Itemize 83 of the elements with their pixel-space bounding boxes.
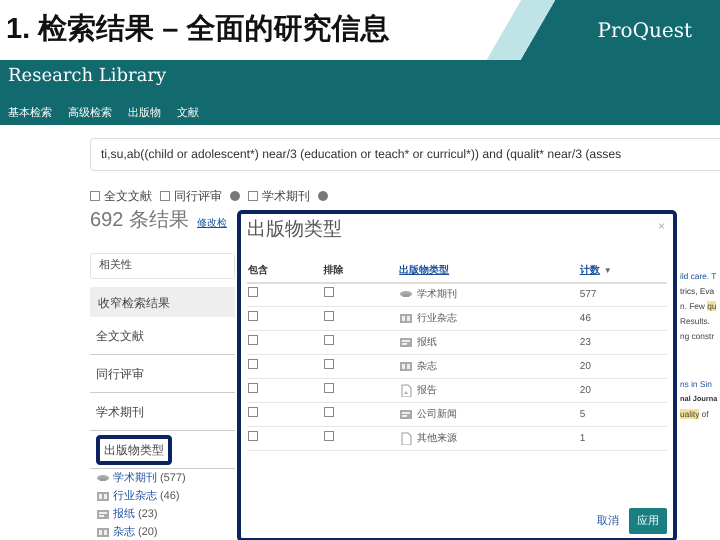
nav-link[interactable]: 高级检索 — [68, 105, 112, 122]
nav-link[interactable]: 出版物 — [128, 105, 161, 122]
modify-search-link[interactable]: 修改检 — [196, 216, 227, 231]
result-snippet: ng constr — [680, 330, 716, 342]
checkbox[interactable] — [248, 335, 258, 345]
facet-heading[interactable]: 全文文献 — [96, 326, 144, 344]
nav-link[interactable]: 基本检索 — [8, 105, 52, 122]
count-cell: 1 — [580, 433, 586, 444]
checkbox[interactable] — [324, 335, 334, 345]
facet-heading[interactable]: 出版物类型 — [96, 434, 172, 464]
apply-button[interactable]: 应用 — [629, 508, 667, 534]
checkbox[interactable] — [324, 287, 334, 298]
count-cell: 23 — [580, 337, 591, 348]
nav-link[interactable]: 文献 — [177, 105, 199, 122]
filter-label: 全文文献 — [104, 188, 152, 205]
facet-count: (46) — [160, 488, 180, 504]
logo: ProQuest — [598, 17, 692, 44]
slide-title: 1. 检索结果 – 全面的研究信息 — [5, 12, 390, 48]
publication-type: 行业杂志 — [417, 312, 458, 326]
sort-indicator: ▼ — [604, 266, 612, 274]
facet-count: (20) — [138, 524, 158, 540]
checkbox[interactable] — [248, 383, 258, 393]
count-cell: 20 — [580, 361, 591, 372]
dialog-title: 出版物类型 — [247, 218, 342, 242]
result-snippet: ns in Sin — [680, 378, 713, 390]
facet-heading[interactable]: 同行评审 — [96, 364, 144, 382]
count-cell: 577 — [580, 289, 596, 300]
result-snippet: trics, Eva — [680, 285, 716, 297]
column-header-link[interactable]: 计数 — [580, 264, 600, 276]
checkbox[interactable] — [248, 191, 258, 201]
publication-type: 学术期刊 — [417, 288, 458, 302]
result-snippet: ild care. T — [680, 270, 718, 282]
info-icon[interactable] — [230, 191, 240, 201]
checkbox[interactable] — [248, 359, 258, 369]
cancel-link[interactable]: 取消 — [597, 512, 619, 529]
checkbox[interactable] — [248, 311, 258, 321]
publication-type: 报告 — [417, 384, 438, 398]
magazine-icon — [96, 526, 110, 538]
document-icon — [399, 432, 414, 445]
publication-type: 杂志 — [417, 360, 438, 374]
newspaper-icon — [96, 508, 110, 520]
sort-dropdown[interactable]: 相关性 — [90, 253, 235, 279]
checkbox[interactable] — [324, 407, 334, 417]
result-snippet: Results. — [680, 315, 711, 327]
checkbox[interactable] — [324, 431, 334, 441]
column-header: 包含 — [248, 264, 268, 276]
publication-type: 公司新闻 — [417, 408, 458, 422]
facet-link[interactable]: 报纸 — [113, 506, 135, 522]
facet-count: (577) — [160, 470, 186, 486]
facet-link[interactable]: 行业杂志 — [113, 488, 157, 504]
document-icon — [399, 384, 414, 397]
facet-link[interactable]: 学术期刊 — [113, 470, 157, 486]
checkbox[interactable] — [248, 287, 258, 298]
app-title: Research Library — [8, 64, 168, 88]
magazine-icon — [399, 360, 414, 373]
checkbox[interactable] — [248, 431, 258, 441]
newspaper-icon — [399, 336, 414, 349]
result-snippet: n. Few qu — [680, 300, 718, 312]
count-cell: 20 — [580, 385, 591, 396]
filter-label: 同行评审 — [174, 188, 222, 205]
facet-heading[interactable]: 学术期刊 — [96, 402, 144, 420]
open-book-icon — [399, 312, 414, 325]
checkbox[interactable] — [90, 191, 100, 201]
publication-type: 报纸 — [417, 336, 438, 350]
checkbox[interactable] — [324, 359, 334, 369]
checkbox[interactable] — [324, 311, 334, 321]
info-icon[interactable] — [318, 191, 328, 201]
open-book-icon — [96, 490, 110, 502]
search-field[interactable]: ti,su,ab((child or adolescent*) near/3 (education or teach* or curricul*)) and (qualit* near/3 (asses — [90, 138, 720, 171]
checkbox[interactable] — [248, 407, 258, 417]
narrow-results-header: 收窄检索结果 — [90, 287, 235, 317]
filter-label: 学术期刊 — [262, 188, 310, 205]
facet-link[interactable]: 杂志 — [113, 524, 135, 540]
checkbox[interactable] — [160, 191, 170, 201]
result-count: 692 条结果 — [90, 208, 189, 233]
count-cell: 5 — [580, 409, 586, 420]
checkbox[interactable] — [324, 383, 334, 393]
count-cell: 46 — [580, 313, 591, 324]
column-header-link[interactable]: 出版物类型 — [399, 264, 450, 276]
newspaper-icon — [399, 408, 414, 421]
publication-type: 其他来源 — [417, 432, 458, 446]
column-header: 排除 — [324, 264, 344, 276]
facet-count: (23) — [138, 506, 158, 522]
